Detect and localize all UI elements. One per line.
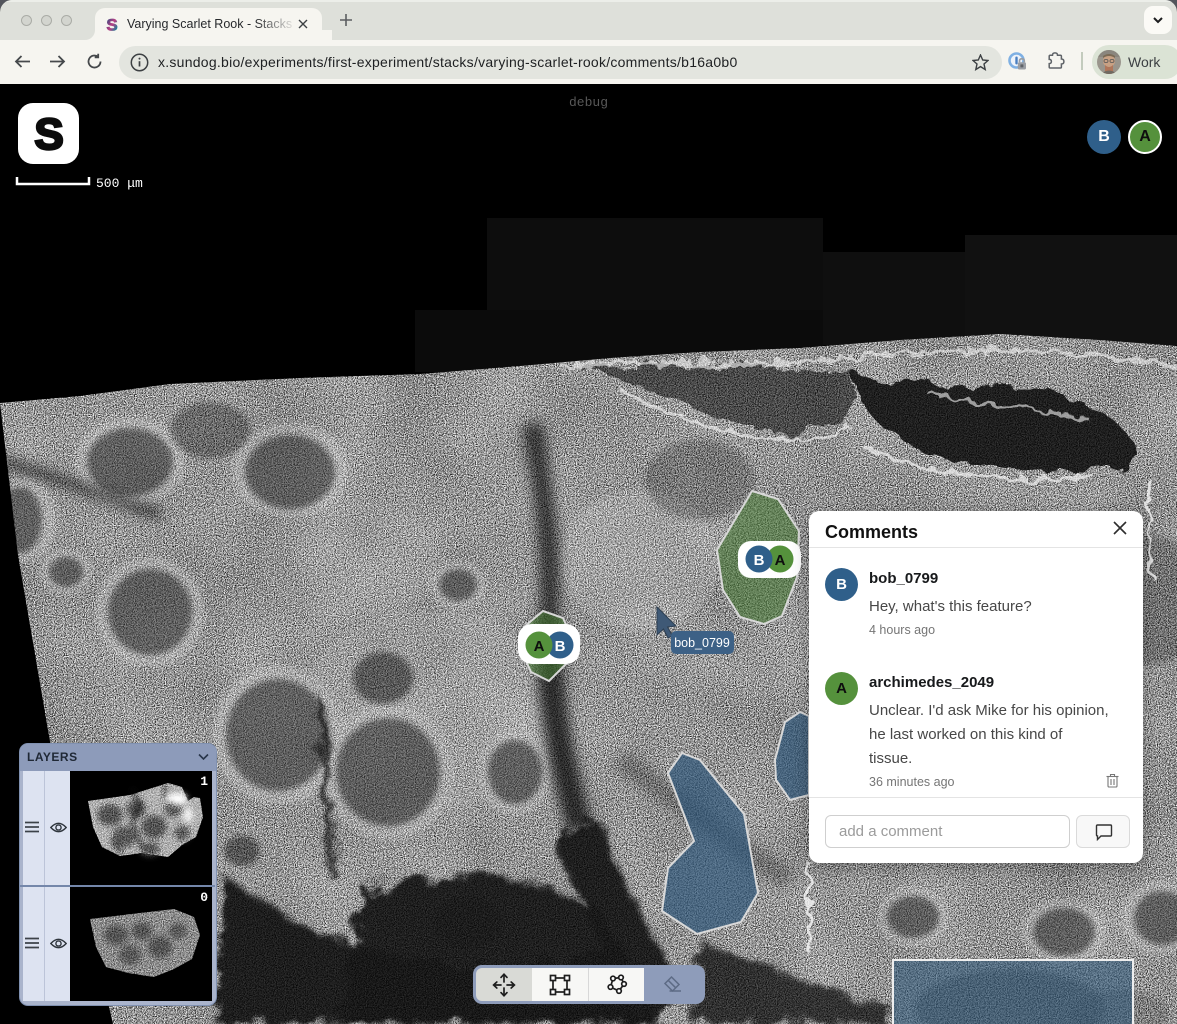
svg-text:S: S xyxy=(34,110,63,159)
svg-text:B: B xyxy=(754,552,765,569)
svg-text:A: A xyxy=(534,638,545,655)
svg-text:bob_0799: bob_0799 xyxy=(674,636,730,650)
svg-text:B: B xyxy=(555,638,566,655)
svg-text:S: S xyxy=(106,17,117,32)
svg-text:A: A xyxy=(775,552,786,569)
